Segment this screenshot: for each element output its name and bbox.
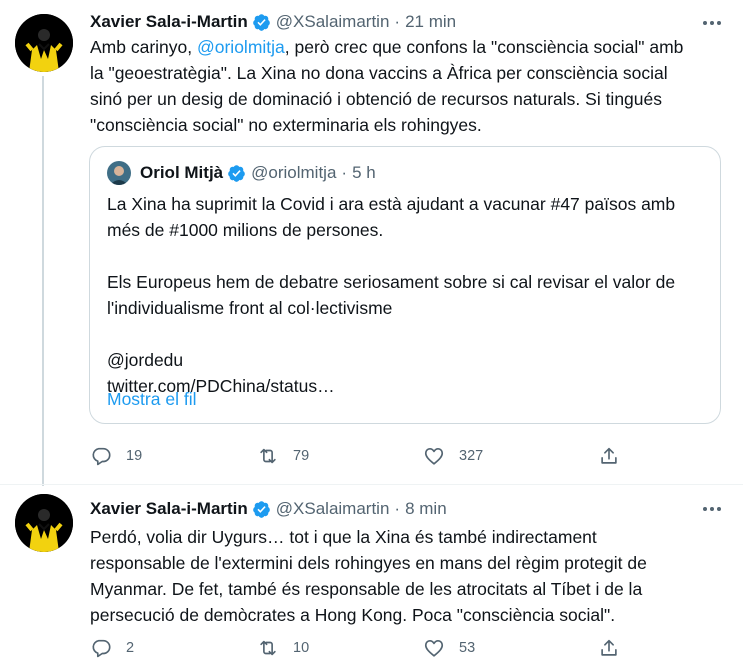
verified-icon <box>252 13 270 31</box>
quoted-author-name[interactable]: Oriol Mitjà <box>140 163 223 183</box>
share-icon <box>601 639 617 656</box>
quoted-text-line <box>107 243 707 269</box>
mention-link[interactable]: @oriolmitja <box>197 37 285 57</box>
like-button[interactable]: 53 <box>423 636 475 660</box>
retweet-count: 10 <box>293 640 310 656</box>
retweet-button[interactable]: 79 <box>257 444 309 468</box>
quoted-tweet-text: La Xina ha suprimit la Covid i ara està … <box>107 191 707 399</box>
retweet-button[interactable]: 10 <box>257 636 309 660</box>
text-fragment: Amb carinyo, <box>90 37 197 57</box>
quoted-text-line <box>107 321 707 347</box>
like-icon <box>424 640 444 657</box>
share-button[interactable] <box>598 636 620 660</box>
quoted-author-handle[interactable]: @oriolmitja <box>251 163 336 183</box>
reply-icon <box>92 447 111 466</box>
reply-count: 19 <box>126 448 143 464</box>
tweet-text-line: la "geoestratègia". La Xina no dona vacc… <box>90 63 668 83</box>
quoted-tweet[interactable]: Oriol Mitjà @oriolmitja · 5 h La Xina ha… <box>89 146 721 424</box>
tweet-text-line: Myanmar. De fet, també és responsable de… <box>90 579 643 599</box>
text-fragment: , però crec que confons la "consciència … <box>284 37 684 57</box>
avatar[interactable] <box>15 14 73 72</box>
like-icon <box>424 448 444 465</box>
share-button[interactable] <box>598 444 620 468</box>
reply-button[interactable]: 19 <box>90 444 142 468</box>
like-count: 53 <box>459 640 476 656</box>
avatar[interactable] <box>15 494 73 552</box>
tweet-header: Xavier Sala-i-Martin @XSalaimartin · 21 … <box>90 11 456 33</box>
retweet-icon <box>260 448 276 464</box>
more-icon[interactable] <box>701 502 723 516</box>
quoted-text-line: La Xina ha suprimit la Covid i ara està … <box>107 194 676 214</box>
quoted-text-line: twitter.com/PDChina/status… <box>107 376 335 396</box>
tweet-text-line: "consciència social" no exterminaria els… <box>90 115 482 135</box>
quoted-timestamp[interactable]: 5 h <box>352 163 376 183</box>
author-handle[interactable]: @XSalaimartin <box>276 11 390 33</box>
reply-count: 2 <box>126 640 135 656</box>
reply-button[interactable]: 2 <box>90 636 134 660</box>
verified-icon <box>228 164 245 182</box>
tweet[interactable]: Xavier Sala-i-Martin @XSalaimartin · 21 … <box>0 0 743 486</box>
reply-icon <box>92 639 111 658</box>
share-icon <box>601 447 617 464</box>
quoted-tweet-header: Oriol Mitjà @oriolmitja · 5 h <box>107 161 376 185</box>
tweet-actions: 19 79 327 <box>90 444 630 468</box>
tweet-header: Xavier Sala-i-Martin @XSalaimartin · 8 m… <box>90 498 447 520</box>
separator-dot: · <box>341 163 348 182</box>
more-icon[interactable] <box>701 16 723 30</box>
tweet-text-line: Amb carinyo, @oriolmitja, però crec que … <box>90 34 730 60</box>
timestamp[interactable]: 21 min <box>405 11 456 33</box>
tweet-text-line: Perdó, volia dir Uygurs… tot i que la Xi… <box>90 527 597 547</box>
quoted-avatar[interactable] <box>107 161 131 185</box>
tweet-text: Perdó, volia dir Uygurs… tot i que la Xi… <box>90 524 730 628</box>
like-button[interactable]: 327 <box>423 444 483 468</box>
tweet-text-line: sinó per un desig de dominació i obtenci… <box>90 89 663 109</box>
quoted-text-line: @jordedu <box>107 350 184 370</box>
like-count: 327 <box>459 448 484 464</box>
separator-dot: · <box>394 12 401 31</box>
tweet[interactable]: Xavier Sala-i-Martin @XSalaimartin · 8 m… <box>0 485 743 669</box>
retweet-count: 79 <box>293 448 310 464</box>
thread-line <box>42 76 44 486</box>
author-name[interactable]: Xavier Sala-i-Martin <box>90 11 248 33</box>
quoted-text-line: l'individualisme front al col·lectivisme <box>107 298 393 318</box>
timestamp[interactable]: 8 min <box>405 498 447 520</box>
author-handle[interactable]: @XSalaimartin <box>276 498 390 520</box>
tweet-text: Amb carinyo, @oriolmitja, però crec que … <box>90 34 730 138</box>
verified-icon <box>252 500 270 518</box>
show-thread-link[interactable]: Mostra el fil <box>107 389 196 410</box>
retweet-icon <box>260 640 276 656</box>
quoted-text-line: més de #1000 milions de persones. <box>107 220 384 240</box>
quoted-text-line: Els Europeus hem de debatre seriosament … <box>107 272 676 292</box>
tweet-actions: 2 10 53 <box>90 636 630 660</box>
separator-dot: · <box>394 499 401 518</box>
tweet-text-line: persecució de demòcrates a Hong Kong. Po… <box>90 605 616 625</box>
tweet-text-line: responsable de l'extermini dels rohingye… <box>90 553 647 573</box>
author-name[interactable]: Xavier Sala-i-Martin <box>90 498 248 520</box>
